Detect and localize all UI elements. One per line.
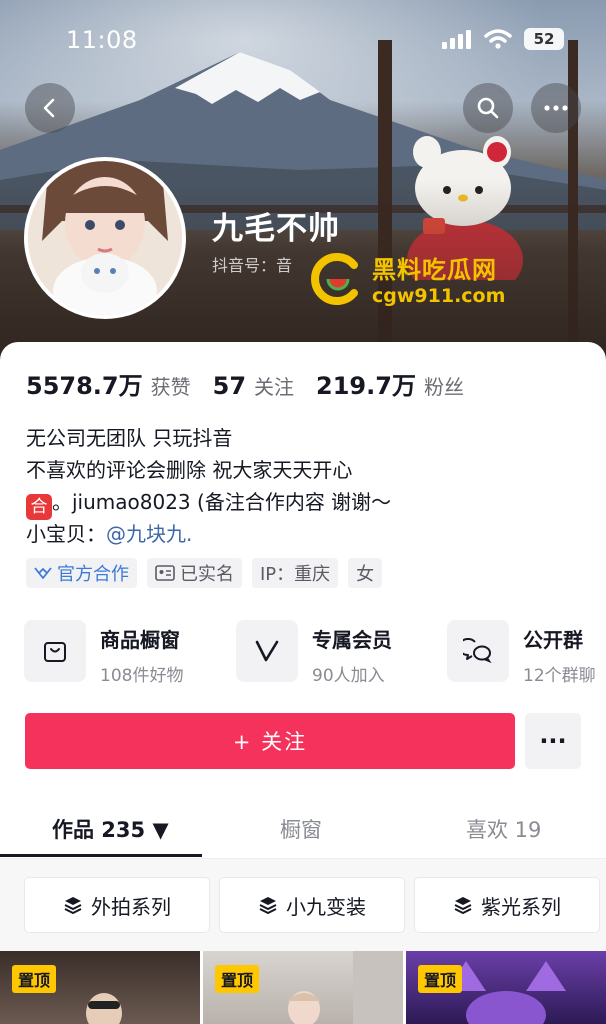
followers-count[interactable]: 219.7万	[316, 366, 416, 401]
following-count[interactable]: 57	[213, 372, 246, 400]
battery-indicator: 52	[524, 28, 564, 50]
layers-icon	[454, 897, 472, 915]
official-cooperation-tag[interactable]: 官方合作	[26, 558, 137, 588]
feature-icon-box	[236, 620, 298, 682]
feature-entries: 商品橱窗 108件好物 专属会员 90人加入 公开群 12个群聊	[24, 620, 606, 686]
profile-more-button[interactable]: ···	[525, 713, 581, 769]
chevron-left-icon	[43, 98, 55, 118]
tab-likes[interactable]: 喜欢 19	[466, 814, 541, 844]
verified-label: 已实名	[180, 564, 234, 585]
status-icons: 52	[442, 28, 564, 50]
bio-contact: 。jiumao8023 (备注合作内容 谢谢～	[52, 490, 392, 514]
feature-title: 商品橱窗	[100, 628, 180, 652]
avatar-photo	[28, 161, 182, 315]
likes-label: 获赞	[150, 375, 191, 399]
group-chat-icon	[463, 638, 492, 664]
id-card-icon	[155, 565, 175, 581]
official-cooperation-label: 官方合作	[57, 564, 129, 585]
watermark-url: cgw911.com	[372, 285, 506, 307]
search-button[interactable]	[463, 83, 513, 133]
wifi-icon	[484, 29, 512, 49]
active-tab-indicator	[0, 854, 202, 857]
watermark-text: 黑料吃瓜网	[372, 256, 497, 284]
layers-icon	[259, 897, 277, 915]
bio: 无公司无团队 只玩抖音 不喜欢的评论会删除 祝大家天天开心 合。jiumao80…	[26, 422, 391, 550]
status-time: 11:08	[66, 26, 138, 54]
feature-icon-box	[447, 620, 509, 682]
handshake-icon	[34, 567, 52, 579]
layers-icon	[64, 897, 82, 915]
series-label: 外拍系列	[91, 894, 171, 919]
followers-label[interactable]: 粉丝	[424, 371, 464, 400]
bio-line: 无公司无团队 只玩抖音	[26, 426, 233, 450]
video-thumbnail[interactable]: 置顶	[203, 951, 403, 1024]
feature-title: 公开群	[523, 628, 583, 652]
verified-tag: 已实名	[147, 558, 242, 588]
tab-shop-window[interactable]: 橱窗	[280, 814, 322, 844]
search-icon	[477, 97, 499, 119]
bio-line: 不喜欢的评论会删除 祝大家天天开心	[26, 458, 353, 482]
v-member-icon	[255, 640, 279, 662]
likes-count: 5578.7万	[26, 372, 143, 400]
douyin-id[interactable]: 抖音号：音	[212, 252, 292, 276]
avatar[interactable]	[24, 157, 186, 319]
content-tabs: 作品 235 ▼ 橱窗 喜欢 19	[0, 804, 606, 857]
series-chip[interactable]: 紫光系列	[414, 877, 600, 933]
profile-tags: 官方合作 已实名 IP：重庆 女	[26, 558, 383, 588]
series-chip[interactable]: 小九变装	[219, 877, 405, 933]
membership-entry[interactable]: 专属会员 90人加入	[236, 620, 392, 686]
feature-subtitle: 108件好物	[100, 666, 184, 686]
video-thumbnail[interactable]: 置顶	[0, 951, 200, 1024]
pinned-badge: 置顶	[215, 965, 260, 993]
profile-name: 九毛不帅	[212, 211, 340, 247]
pinned-badge: 置顶	[12, 965, 57, 993]
series-label: 紫光系列	[481, 894, 561, 919]
following-label[interactable]: 关注	[254, 371, 294, 400]
video-grid: 置顶 置顶 置顶	[0, 951, 606, 1024]
signal-icon	[442, 30, 471, 49]
bio-prefix: 小宝贝：	[26, 522, 106, 546]
public-group-entry[interactable]: 公开群 12个群聊	[447, 620, 596, 686]
series-label: 小九变装	[286, 894, 366, 919]
back-button[interactable]	[25, 83, 75, 133]
series-bar: 外拍系列 小九变装 紫光系列	[0, 859, 606, 951]
feature-icon-box	[24, 620, 86, 682]
video-thumbnail[interactable]: 置顶	[406, 951, 606, 1024]
series-chip[interactable]: 外拍系列	[24, 877, 210, 933]
cooperation-badge: 合	[26, 494, 52, 520]
feature-subtitle: 12个群聊	[523, 666, 596, 686]
watermark: 黑料吃瓜网 cgw911.com	[308, 250, 505, 307]
profile-card: 5578.7万 获赞 57 关注 219.7万 粉丝 无公司无团队 只玩抖音 不…	[0, 342, 606, 1024]
watermark-logo-icon	[311, 252, 358, 305]
profile-stats: 5578.7万 获赞 57 关注 219.7万 粉丝	[26, 366, 486, 401]
pinned-badge: 置顶	[418, 965, 463, 993]
gender-tag: 女	[348, 558, 383, 588]
more-dots-icon	[544, 105, 568, 111]
ip-location-tag: IP：重庆	[252, 558, 339, 588]
mention-link[interactable]: @九块九.	[106, 522, 192, 546]
shop-window-entry[interactable]: 商品橱窗 108件好物	[24, 620, 183, 686]
more-options-button[interactable]	[531, 83, 581, 133]
feature-title: 专属会员	[312, 628, 392, 652]
tab-works[interactable]: 作品 235 ▼	[52, 814, 169, 844]
feature-subtitle: 90人加入	[312, 666, 385, 686]
bio-line: 合。jiumao8023 (备注合作内容 谢谢～	[26, 486, 392, 520]
shopping-bag-icon	[44, 642, 66, 662]
follow-button[interactable]: + 关注	[25, 713, 515, 769]
bio-line: 小宝贝：@九块九.	[26, 518, 391, 550]
